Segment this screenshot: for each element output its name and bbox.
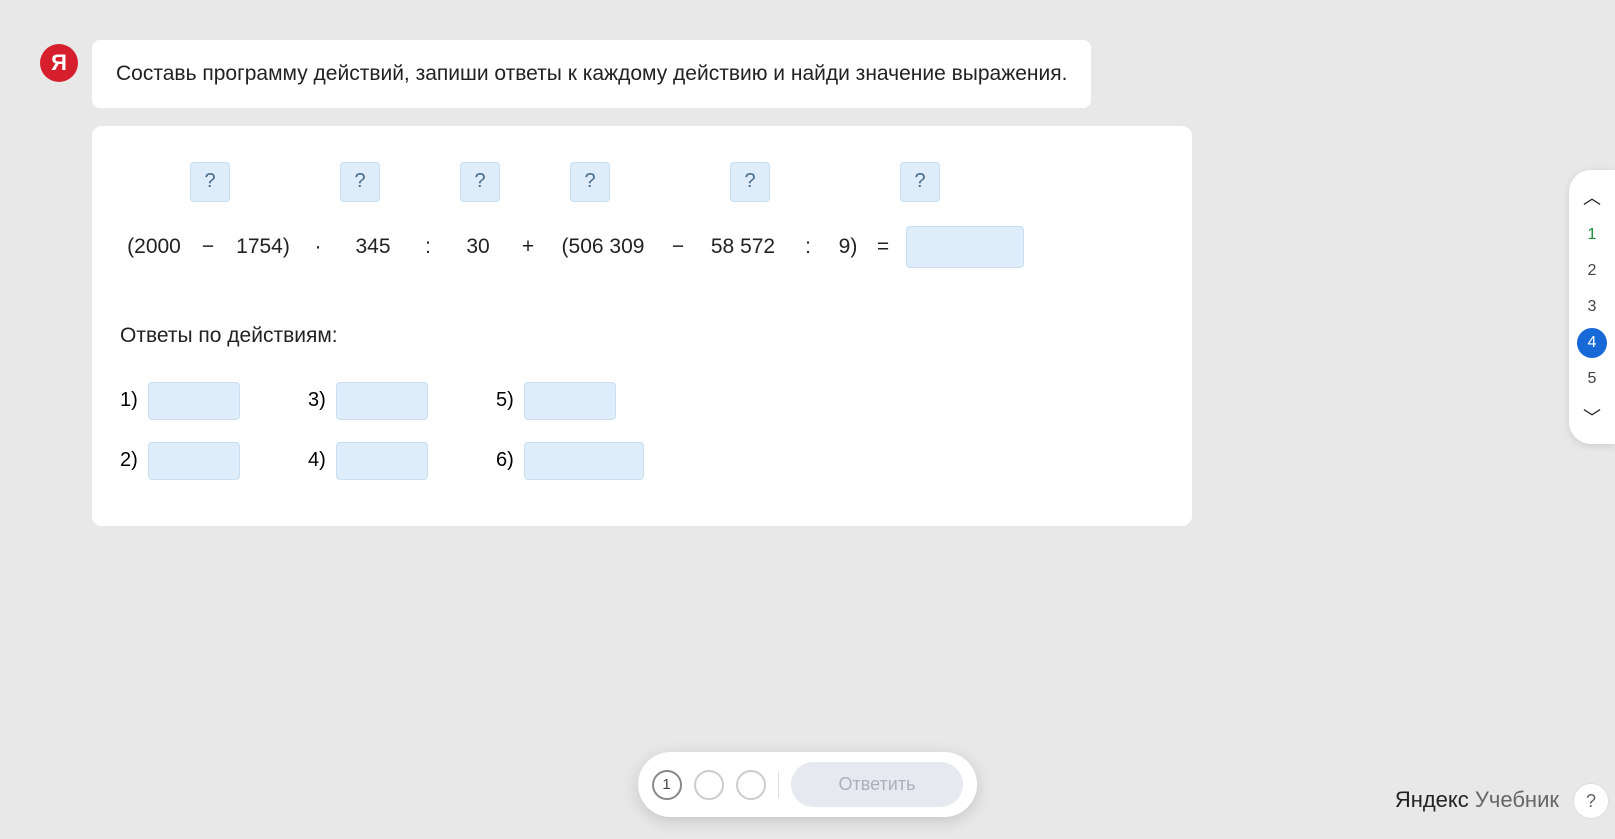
question-nav: ︿ 1 2 3 4 5 ﹀ — [1569, 170, 1615, 444]
answer-label: 6) — [496, 449, 514, 472]
result-input[interactable] — [906, 226, 1024, 268]
answer-cell-2: 2) — [120, 436, 290, 486]
answer-input-6[interactable] — [524, 442, 644, 480]
yandex-avatar-icon: Я — [40, 44, 78, 82]
expr-token: = — [868, 235, 898, 259]
answer-input-4[interactable] — [336, 442, 428, 480]
order-slot-2[interactable]: ? — [340, 162, 380, 202]
expr-token: · — [298, 235, 338, 259]
expr-token: − — [188, 235, 228, 259]
answer-cell-1: 1) — [120, 376, 290, 426]
answer-cell-5: 5) — [496, 376, 666, 426]
bottom-bar: 1 Ответить — [638, 752, 978, 817]
order-slot-6[interactable]: ? — [900, 162, 940, 202]
task-card: ? ? ? ? ? ? (2000 − 1754) · 345 : 30 + (… — [92, 126, 1192, 526]
answer-input-2[interactable] — [148, 442, 240, 480]
expr-token: 1754) — [228, 235, 298, 259]
order-slot-1[interactable]: ? — [190, 162, 230, 202]
attempt-indicator-1: 1 — [652, 770, 682, 800]
attempt-indicator-3 — [736, 770, 766, 800]
expr-token: + — [508, 235, 548, 259]
answer-input-5[interactable] — [524, 382, 616, 420]
expr-token: 58 572 — [698, 235, 788, 259]
nav-prev-icon[interactable]: ︿ — [1579, 180, 1605, 214]
nav-next-icon[interactable]: ﹀ — [1579, 400, 1605, 434]
brand-part1: Яндекс — [1395, 787, 1469, 812]
answer-label: 5) — [496, 389, 514, 412]
attempt-indicator-2 — [694, 770, 724, 800]
order-slot-3[interactable]: ? — [460, 162, 500, 202]
nav-item-3[interactable]: 3 — [1577, 292, 1607, 322]
nav-item-1[interactable]: 1 — [1577, 220, 1607, 250]
order-slot-5[interactable]: ? — [730, 162, 770, 202]
bar-divider — [778, 772, 779, 798]
answer-cell-3: 3) — [308, 376, 478, 426]
brand-part2: Учебник — [1469, 787, 1559, 812]
expr-token: (2000 — [120, 235, 188, 259]
answers-heading: Ответы по действиям: — [120, 324, 1164, 348]
expr-token: (506 309 — [548, 235, 658, 259]
instruction-bubble: Составь программу действий, запиши ответ… — [92, 40, 1091, 108]
order-slot-4[interactable]: ? — [570, 162, 610, 202]
submit-answer-button[interactable]: Ответить — [791, 762, 964, 807]
expr-token: 9) — [828, 235, 868, 259]
answer-label: 1) — [120, 389, 138, 412]
answer-cell-4: 4) — [308, 436, 478, 486]
answer-input-1[interactable] — [148, 382, 240, 420]
brand-label: Яндекс Учебник — [1395, 787, 1559, 813]
nav-item-2[interactable]: 2 — [1577, 256, 1607, 286]
help-button[interactable]: ? — [1573, 783, 1609, 819]
instruction-row: Я Составь программу действий, запиши отв… — [40, 40, 1190, 108]
answer-cell-6: 6) — [496, 436, 666, 486]
answer-label: 4) — [308, 449, 326, 472]
answer-label: 3) — [308, 389, 326, 412]
answers-grid: 1) 2) 3) 4) 5) 6) — [120, 376, 1164, 486]
expr-token: 30 — [448, 235, 508, 259]
expr-token: 345 — [338, 235, 408, 259]
expr-token: − — [658, 235, 698, 259]
content-area: Я Составь программу действий, запиши отв… — [0, 0, 1250, 526]
nav-item-5[interactable]: 5 — [1577, 364, 1607, 394]
expr-token: : — [788, 235, 828, 259]
answer-input-3[interactable] — [336, 382, 428, 420]
expression-wrapper: ? ? ? ? ? ? (2000 − 1754) · 345 : 30 + (… — [120, 162, 1164, 268]
nav-item-4[interactable]: 4 — [1577, 328, 1607, 358]
answer-label: 2) — [120, 449, 138, 472]
expr-token: : — [408, 235, 448, 259]
operation-order-row: ? ? ? ? ? ? — [120, 162, 1164, 204]
expression-row: (2000 − 1754) · 345 : 30 + (506 309 − 58… — [120, 226, 1164, 268]
